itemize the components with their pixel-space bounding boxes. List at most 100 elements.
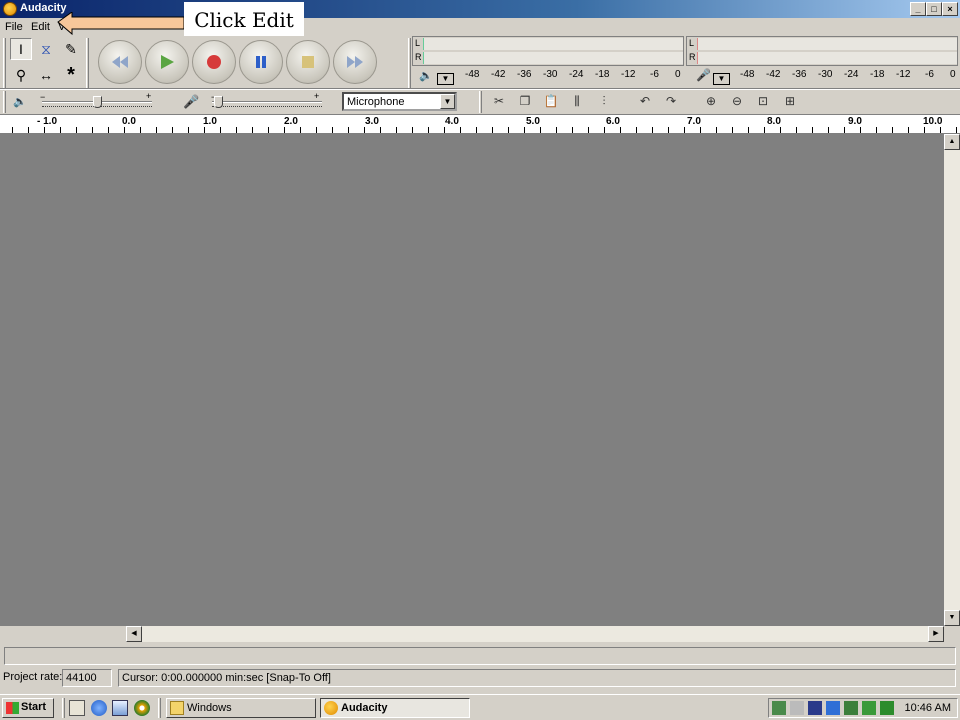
- ruler-label: - 1.0: [37, 116, 58, 127]
- input-volume-ticks: [212, 104, 322, 107]
- track-panel[interactable]: [0, 134, 944, 626]
- shield-icon[interactable]: [844, 701, 858, 715]
- battery-icon[interactable]: [880, 701, 894, 715]
- toolbar-grip[interactable]: [479, 91, 482, 113]
- record-meter-dropdown-icon[interactable]: ▼: [713, 73, 730, 85]
- volume-icon[interactable]: [790, 701, 804, 715]
- minimize-button[interactable]: _: [910, 2, 926, 16]
- paste-icon[interactable]: 📋: [540, 91, 562, 111]
- scroll-left-icon[interactable]: ◀: [126, 626, 142, 642]
- task-button-audacity[interactable]: Audacity: [320, 698, 470, 718]
- menu-file[interactable]: File: [5, 21, 23, 33]
- toolbar-grip[interactable]: [3, 91, 6, 113]
- task-button-windows[interactable]: Windows: [166, 698, 316, 718]
- draw-tool-icon[interactable]: ✎: [60, 38, 82, 60]
- stop-button[interactable]: [286, 40, 330, 84]
- toolbar-separator: [0, 88, 960, 90]
- horizontal-scrollbar[interactable]: ◀ ▶: [126, 626, 944, 642]
- slider-max-icon: +: [146, 91, 152, 101]
- project-rate-field[interactable]: 44100: [62, 669, 112, 687]
- zoom-out-icon[interactable]: ⊖: [726, 91, 748, 111]
- toolbar-grip[interactable]: [86, 38, 89, 90]
- network-icon[interactable]: [772, 701, 786, 715]
- connection-icon[interactable]: [862, 701, 876, 715]
- meter-scale-label: -48: [740, 69, 755, 80]
- scroll-down-icon[interactable]: ▼: [944, 610, 960, 626]
- audacity-app-icon: [3, 2, 17, 16]
- record-button[interactable]: [192, 40, 236, 84]
- meter-scale-label: -36: [517, 69, 532, 80]
- selection-tool-icon[interactable]: I: [10, 38, 32, 60]
- monitor-icon[interactable]: [808, 701, 822, 715]
- cut-icon[interactable]: ✂: [488, 91, 510, 111]
- chevron-down-icon[interactable]: ▼: [440, 94, 455, 109]
- toolbar-grip[interactable]: [3, 38, 6, 90]
- ruler-label: 6.0: [606, 116, 620, 127]
- vertical-scrollbar[interactable]: ▲ ▼: [944, 134, 960, 626]
- start-label: Start: [21, 701, 47, 713]
- timeline-ruler[interactable]: - 1.0 0.0 1.0 2.0 3.0 4.0 5.0 6.0 7.0 8.…: [0, 114, 960, 134]
- input-volume-track: [212, 101, 322, 103]
- outlook-express-icon[interactable]: [112, 700, 128, 716]
- clock: 10:46 AM: [904, 702, 951, 714]
- taskbar-grip[interactable]: [158, 698, 161, 718]
- silence-icon[interactable]: ⫶: [593, 91, 615, 111]
- input-source-select[interactable]: Microphone ▼: [342, 92, 457, 111]
- taskbar-grip[interactable]: [62, 698, 65, 718]
- input-volume-slider[interactable]: [214, 96, 223, 108]
- playback-meter-right-bar: [423, 52, 683, 64]
- project-rate-label: Project rate:: [3, 671, 63, 683]
- ruler-label: 10.0: [923, 116, 943, 127]
- scroll-up-icon[interactable]: ▲: [944, 134, 960, 150]
- maximize-button[interactable]: □: [926, 2, 942, 16]
- pause-button[interactable]: [239, 40, 283, 84]
- meter-scale-label: -42: [491, 69, 506, 80]
- playback-meter-dropdown-icon[interactable]: ▼: [437, 73, 454, 85]
- skip-to-end-button[interactable]: [333, 40, 377, 84]
- fit-project-icon[interactable]: ⊞: [779, 91, 801, 111]
- record-meter-right-bar: [697, 52, 957, 64]
- fit-selection-icon[interactable]: ⊡: [752, 91, 774, 111]
- close-button[interactable]: ×: [942, 2, 958, 16]
- ruler-label: 8.0: [767, 116, 781, 127]
- meter-scale-label: -18: [595, 69, 610, 80]
- envelope-tool-icon[interactable]: ⧖: [35, 38, 57, 60]
- multi-tool-icon[interactable]: *: [60, 64, 82, 86]
- status-bar: Project rate: 44100 Cursor: 0:00.000000 …: [0, 668, 960, 688]
- ruler-label: 2.0: [284, 116, 298, 127]
- time-shift-tool-icon[interactable]: ↔: [35, 64, 57, 86]
- ruler-label: 0.0: [122, 116, 136, 127]
- media-player-icon[interactable]: [134, 700, 150, 716]
- start-button[interactable]: Start: [2, 698, 54, 718]
- meter-scale-label: -24: [569, 69, 584, 80]
- ruler-label: 3.0: [365, 116, 379, 127]
- zoom-tool-icon[interactable]: ⚲: [10, 64, 32, 86]
- undo-icon[interactable]: ↶: [634, 91, 656, 111]
- folder-icon: [170, 701, 184, 715]
- meter-scale-label: -30: [543, 69, 558, 80]
- scroll-right-icon[interactable]: ▶: [928, 626, 944, 642]
- meter-scale-label: -12: [896, 69, 911, 80]
- windows-logo-icon: [6, 702, 19, 714]
- internet-explorer-icon[interactable]: [91, 700, 107, 716]
- menu-edit[interactable]: Edit: [31, 21, 50, 33]
- skip-start-icon: [112, 56, 128, 68]
- record-meter[interactable]: L R: [686, 36, 958, 66]
- meter-scale-label: -24: [844, 69, 859, 80]
- zoom-in-icon[interactable]: ⊕: [700, 91, 722, 111]
- toolbar-grip[interactable]: [408, 38, 411, 90]
- show-desktop-icon[interactable]: [69, 700, 85, 716]
- redo-icon[interactable]: ↷: [660, 91, 682, 111]
- output-volume-slider[interactable]: [93, 96, 102, 108]
- security-icon[interactable]: [826, 701, 840, 715]
- play-button[interactable]: [145, 40, 189, 84]
- skip-to-start-button[interactable]: [98, 40, 142, 84]
- trim-icon[interactable]: ⫼: [566, 91, 588, 111]
- meter-scale-label: -6: [650, 69, 659, 80]
- taskbar: Start Windows Audacity 10:46 AM: [0, 694, 960, 720]
- playback-meter[interactable]: L R: [412, 36, 684, 66]
- copy-icon[interactable]: ❐: [514, 91, 536, 111]
- input-source-value: Microphone: [347, 96, 405, 108]
- meter-scale-label: -18: [870, 69, 885, 80]
- ruler-label: 5.0: [526, 116, 540, 127]
